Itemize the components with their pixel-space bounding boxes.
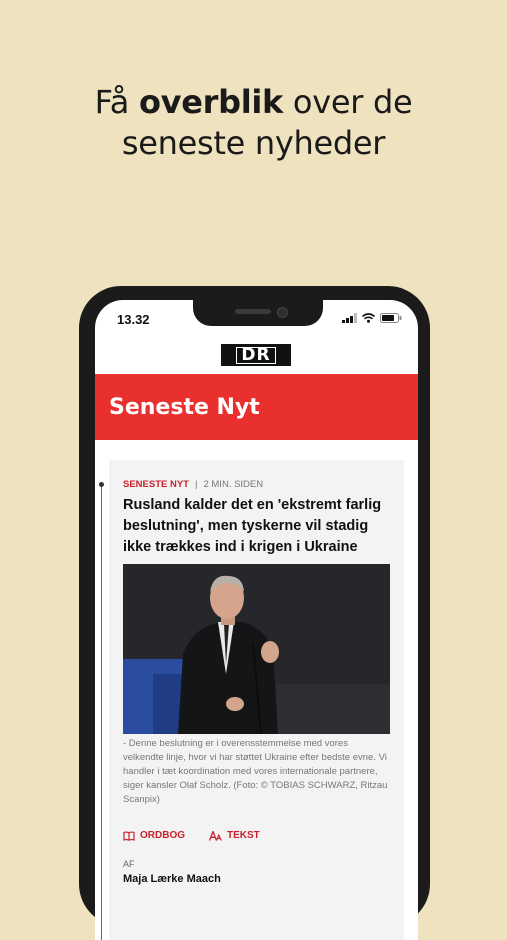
phone-mockup: 13.32 DR Seneste Nyt SENESTE NYT | 2 MIN… [79, 286, 430, 940]
promo-headline: Få overblik over de seneste nyheder [0, 82, 507, 164]
book-icon [123, 830, 135, 841]
headline-post: over de [283, 83, 413, 121]
article-photo[interactable] [123, 564, 390, 734]
timeline-dot [99, 482, 104, 487]
text-size-button[interactable]: TEKST [209, 830, 260, 841]
photo-caption: - Denne beslutning er i overensstemmelse… [123, 738, 388, 805]
headline-bold-word: overblik [138, 83, 284, 121]
promo-headline-line1: Få overblik over de [0, 82, 507, 123]
section-banner: Seneste Nyt [95, 374, 418, 440]
photo-illustration [123, 564, 390, 734]
article-author[interactable]: Maja Lærke Maach [123, 873, 221, 885]
status-icons [342, 313, 402, 323]
wifi-icon [362, 313, 375, 323]
phone-notch [193, 300, 323, 326]
article-time: 2 MIN. SIDEN [203, 479, 264, 490]
meta-separator: | [195, 479, 198, 490]
article-card[interactable]: SENESTE NYT | 2 MIN. SIDEN Rusland kalde… [109, 460, 404, 940]
article-meta: SENESTE NYT | 2 MIN. SIDEN [123, 479, 263, 490]
status-time: 13.32 [117, 312, 150, 327]
dictionary-label: ORDBOG [140, 830, 185, 841]
dr-logo[interactable]: DR [221, 344, 291, 366]
speaker-grille [235, 309, 271, 314]
headline-pre: Få [94, 83, 139, 121]
signal-icon [342, 313, 357, 323]
text-size-icon [209, 830, 222, 841]
byline-prefix: AF [123, 859, 135, 869]
timeline-line [101, 485, 102, 940]
phone-screen: 13.32 DR Seneste Nyt SENESTE NYT | 2 MIN… [95, 300, 418, 940]
battery-icon [380, 313, 402, 323]
promo-headline-line2: seneste nyheder [121, 124, 386, 162]
article-tag: SENESTE NYT [123, 479, 189, 490]
dr-logo-text: DR [236, 346, 276, 364]
article-title[interactable]: Rusland kalder det en 'ekstremt farlig b… [123, 495, 393, 558]
front-camera [277, 307, 288, 318]
article-actions: ORDBOG TEKST [123, 830, 260, 841]
section-title: Seneste Nyt [109, 395, 260, 420]
text-size-label: TEKST [227, 830, 260, 841]
dictionary-button[interactable]: ORDBOG [123, 830, 185, 841]
